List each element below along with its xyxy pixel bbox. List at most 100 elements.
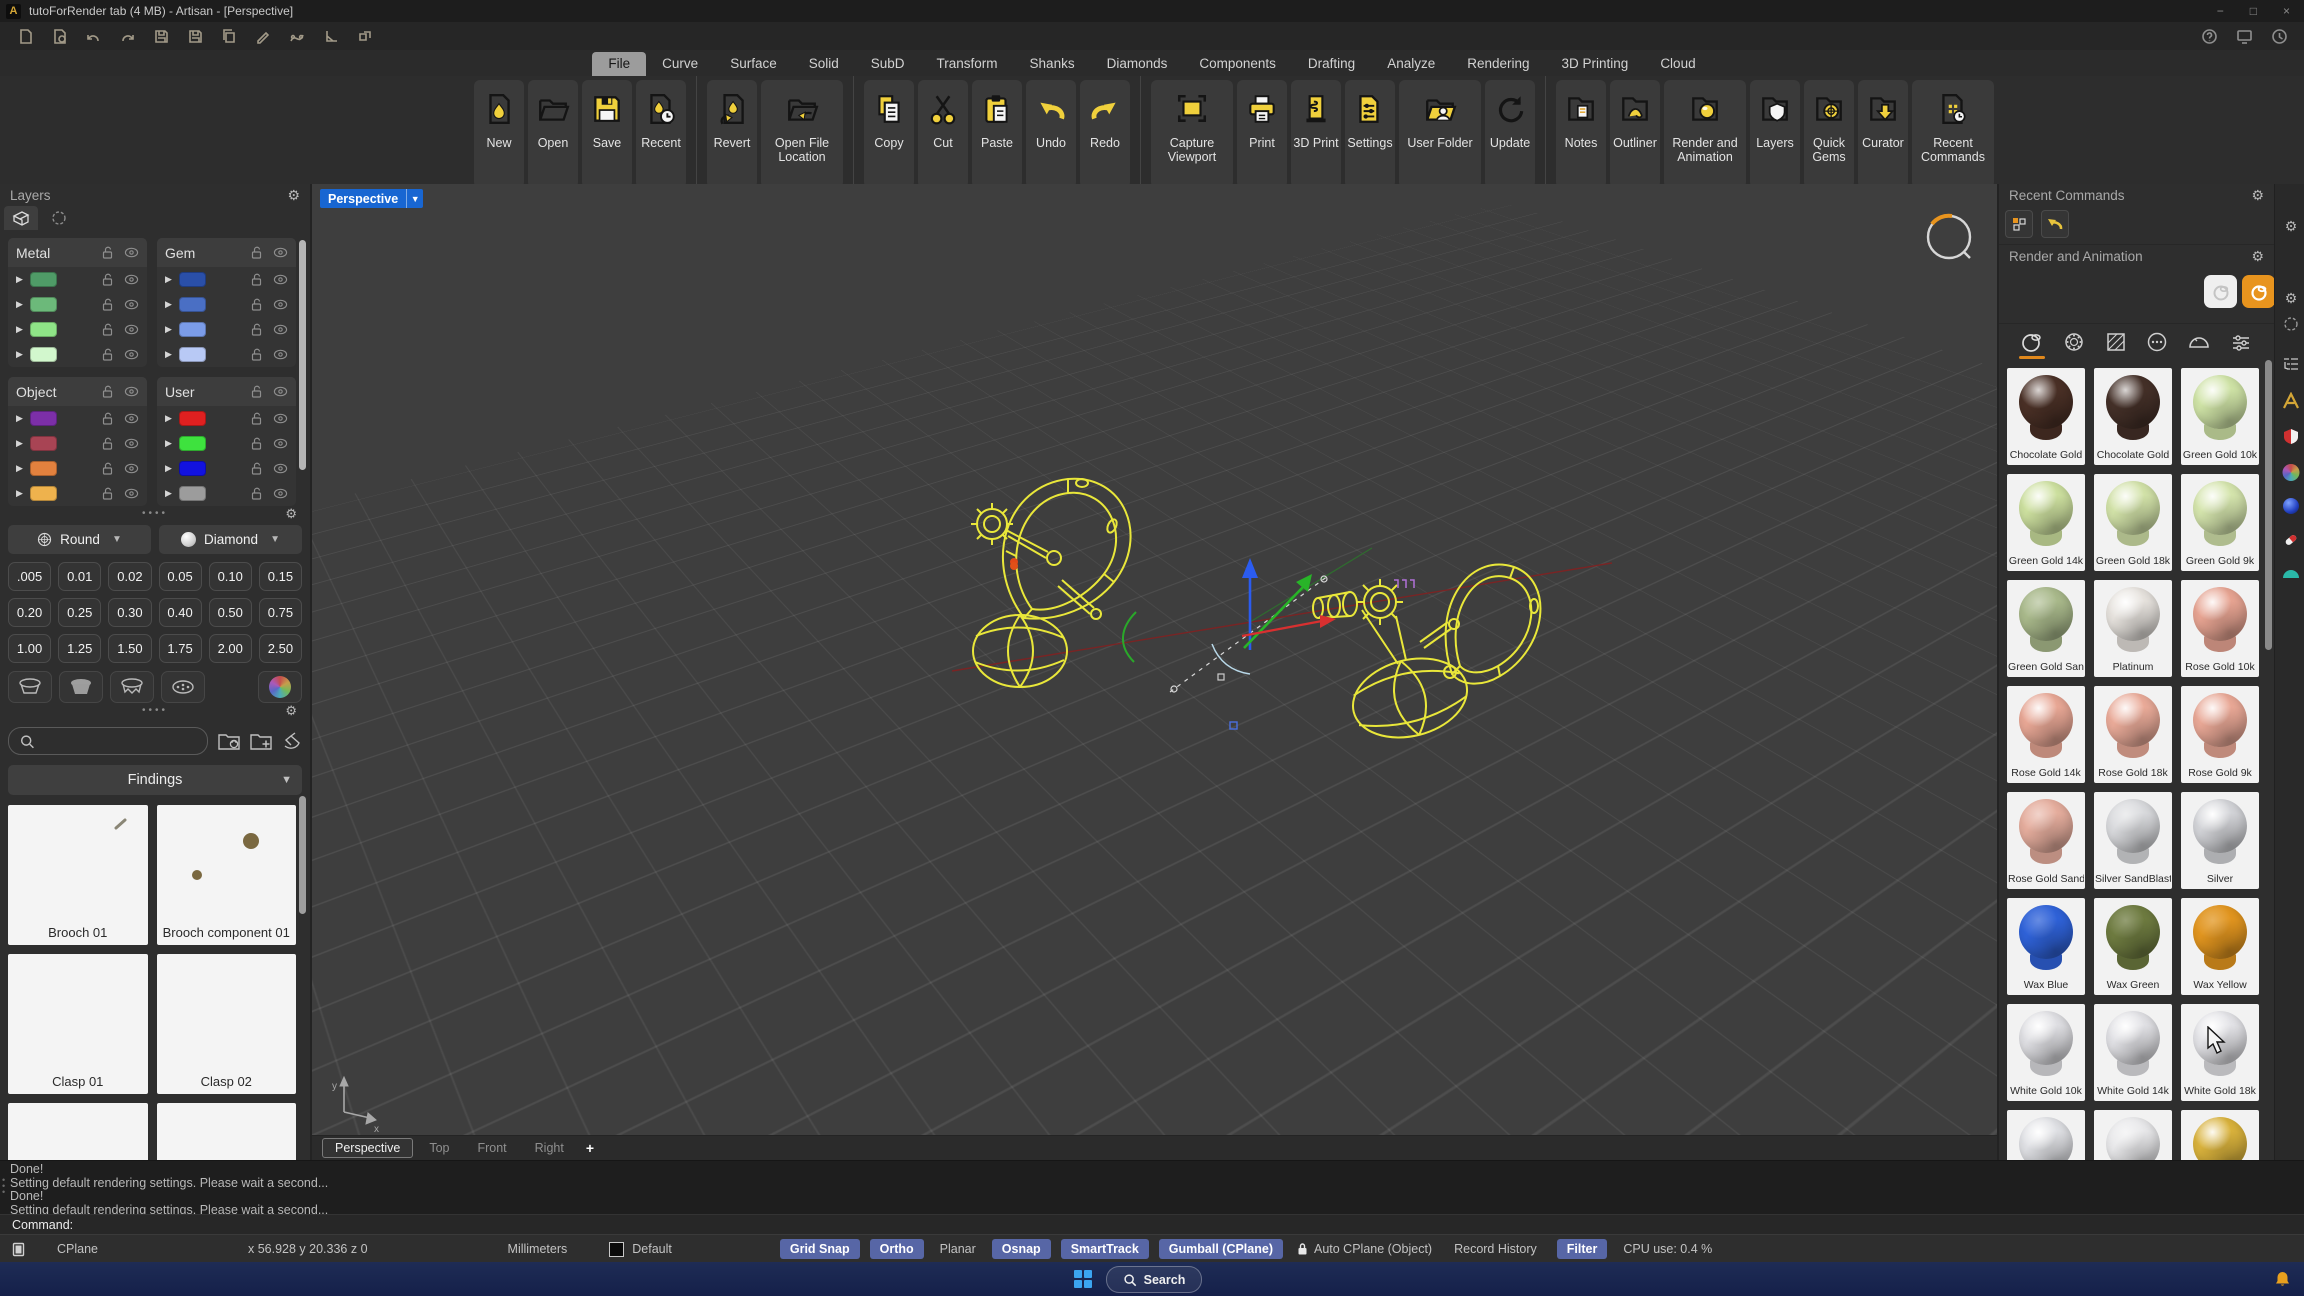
- save-icon[interactable]: [153, 28, 170, 45]
- toggle-auto-cplane[interactable]: Auto CPlane (Object): [1314, 1242, 1432, 1256]
- findings-header[interactable]: Findings ▼: [8, 765, 302, 795]
- gem-size-button[interactable]: 0.05: [159, 562, 202, 591]
- layer-color-swatch[interactable]: [30, 272, 57, 287]
- panel-splitter[interactable]: ••••⚙: [0, 506, 310, 521]
- close-button[interactable]: ×: [2283, 4, 2290, 18]
- material-card[interactable]: Rose Gold 10k: [2181, 580, 2259, 677]
- eye-icon[interactable]: [273, 298, 288, 311]
- eye-icon[interactable]: [273, 385, 288, 398]
- finding-item[interactable]: Brooch 01: [8, 805, 148, 945]
- panel-tab-circle-icon[interactable]: [2283, 316, 2299, 337]
- panel-tab-color-wheel-icon[interactable]: [2283, 464, 2300, 481]
- tab-cloud[interactable]: Cloud: [1644, 52, 1711, 76]
- layer-color-swatch[interactable]: [30, 322, 57, 337]
- eye-icon[interactable]: [124, 298, 139, 311]
- gem-size-button[interactable]: 1.50: [108, 634, 151, 663]
- finding-item[interactable]: Clasp 02: [157, 954, 297, 1094]
- open-template-icon[interactable]: [51, 28, 68, 45]
- tab-drafting[interactable]: Drafting: [1292, 52, 1371, 76]
- material-card[interactable]: Rose Gold Sand: [2007, 792, 2085, 889]
- eye-icon[interactable]: [273, 348, 288, 361]
- layer-color-swatch[interactable]: [30, 436, 57, 451]
- materials-tab-gems[interactable]: [2059, 327, 2089, 357]
- help-icon[interactable]: [2201, 28, 2218, 45]
- display-icon[interactable]: [2236, 28, 2253, 45]
- capture-viewport-button[interactable]: Capture Viewport: [1151, 80, 1233, 188]
- gem-size-button[interactable]: 0.30: [108, 598, 151, 627]
- save-as-icon[interactable]: [187, 28, 204, 45]
- setting-style-button[interactable]: [8, 671, 52, 703]
- panel-splitter[interactable]: ••••⚙: [0, 703, 310, 718]
- search-input[interactable]: [41, 733, 197, 749]
- layers-tab-gem-view[interactable]: [42, 206, 76, 230]
- layer-row[interactable]: ▶: [157, 481, 296, 506]
- toggle-smarttrack[interactable]: SmartTrack: [1061, 1239, 1149, 1259]
- status-cplane[interactable]: CPlane: [57, 1242, 98, 1256]
- layer-row[interactable]: ▶: [8, 456, 147, 481]
- material-card[interactable]: Green Gold 14k: [2007, 474, 2085, 571]
- layer-row[interactable]: ▶: [157, 406, 296, 431]
- layers-tab-3d-view[interactable]: [4, 206, 38, 230]
- eye-icon[interactable]: [273, 412, 288, 425]
- panel-tab-pill-icon[interactable]: [2283, 532, 2299, 553]
- paste-button[interactable]: Paste: [972, 80, 1022, 188]
- eye-icon[interactable]: [273, 437, 288, 450]
- lock-icon[interactable]: [249, 437, 264, 450]
- view-navigation-ring[interactable]: [1928, 216, 1970, 258]
- materials-tab-textures[interactable]: [2101, 327, 2131, 357]
- play-icon[interactable]: ▶: [16, 349, 30, 360]
- lock-icon[interactable]: [100, 348, 115, 361]
- eye-icon[interactable]: [124, 412, 139, 425]
- status-units[interactable]: Millimeters: [508, 1242, 568, 1256]
- gumball-x-arrow[interactable]: [1242, 621, 1322, 636]
- gem-size-button[interactable]: 0.02: [108, 562, 151, 591]
- finding-item[interactable]: [8, 1103, 148, 1160]
- layers-scrollbar[interactable]: [299, 240, 306, 470]
- eye-icon[interactable]: [124, 323, 139, 336]
- materials-tab-metals[interactable]: [2017, 327, 2047, 357]
- settings-button[interactable]: Settings: [1345, 80, 1395, 188]
- pen-icon[interactable]: [255, 28, 272, 45]
- tab-components[interactable]: Components: [1183, 52, 1292, 76]
- panel-tab-shield-icon[interactable]: [2283, 428, 2299, 450]
- minimize-button[interactable]: −: [2217, 4, 2224, 18]
- wireframe-clasp-right[interactable]: [1313, 565, 1540, 749]
- toggle-record-history[interactable]: Record History: [1454, 1242, 1537, 1256]
- command-prompt[interactable]: Command:: [0, 1214, 2304, 1234]
- materials-tab-more[interactable]: [2142, 327, 2172, 357]
- wireframe-clasp-left[interactable]: [971, 479, 1131, 687]
- redo-icon[interactable]: [119, 28, 136, 45]
- render-active-button[interactable]: [2242, 275, 2274, 308]
- gem-size-button[interactable]: 0.40: [159, 598, 202, 627]
- tab-surface[interactable]: Surface: [714, 52, 793, 76]
- tab-diamonds[interactable]: Diamonds: [1091, 52, 1184, 76]
- print-button[interactable]: Print: [1237, 80, 1287, 188]
- gem-size-button[interactable]: 0.75: [259, 598, 302, 627]
- lock-icon[interactable]: [100, 462, 115, 475]
- new-button[interactable]: New: [474, 80, 524, 188]
- play-icon[interactable]: ▶: [165, 438, 179, 449]
- materials-tab-settings[interactable]: [2226, 327, 2256, 357]
- viewport-tab-top[interactable]: Top: [417, 1139, 461, 1157]
- toggle-grid-snap[interactable]: Grid Snap: [780, 1239, 860, 1259]
- layer-color-swatch[interactable]: [179, 411, 206, 426]
- command-history[interactable]: ••• Done! Setting default rendering sett…: [0, 1160, 2304, 1214]
- layer-row[interactable]: ▶: [8, 342, 147, 367]
- play-icon[interactable]: ▶: [165, 463, 179, 474]
- finding-item[interactable]: [157, 1103, 297, 1160]
- cut-button[interactable]: Cut: [918, 80, 968, 188]
- render-preview-button[interactable]: [2204, 275, 2237, 308]
- rotate-handle-green[interactable]: [1123, 612, 1136, 662]
- play-icon[interactable]: ▶: [16, 299, 30, 310]
- recent-command-button[interactable]: [2005, 210, 2033, 238]
- gem-size-button[interactable]: 0.50: [209, 598, 252, 627]
- material-card[interactable]: Wax Green: [2094, 898, 2172, 995]
- layer-color-swatch[interactable]: [179, 347, 206, 362]
- lock-icon[interactable]: [100, 385, 115, 398]
- play-icon[interactable]: ▶: [16, 413, 30, 424]
- layer-color-swatch[interactable]: [179, 272, 206, 287]
- play-icon[interactable]: ▶: [165, 349, 179, 360]
- layer-color-swatch[interactable]: [179, 436, 206, 451]
- layer-color-swatch[interactable]: [30, 347, 57, 362]
- layer-row[interactable]: ▶: [8, 292, 147, 317]
